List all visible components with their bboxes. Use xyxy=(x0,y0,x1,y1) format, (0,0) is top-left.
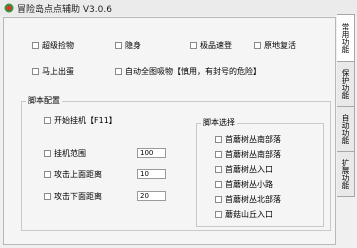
script-item[interactable]: 蘑菇山丘入口 xyxy=(215,208,273,220)
checkbox[interactable] xyxy=(215,195,222,203)
checkbox[interactable] xyxy=(32,67,39,75)
script-item[interactable]: 首蘑树丛南部落 xyxy=(215,133,281,145)
title-bar: 冒险岛点点辅助 V3.0.6 xyxy=(0,0,357,16)
group-title: 脚本配置 xyxy=(26,96,62,106)
script-select-group: 脚本选择 首蘑树丛南部落 首蘑树丛南部落 首蘑树丛入口 首蘑树丛小路 首蘑树丛北… xyxy=(196,118,324,227)
script-item-label: 首蘑树丛入口 xyxy=(225,164,273,174)
tab-protection-functions[interactable]: 保护功能 xyxy=(337,61,355,107)
script-item[interactable]: 首蘑树丛南部落 xyxy=(215,148,281,160)
range-input[interactable]: 100 xyxy=(137,148,166,158)
option-label: 开始挂机【F11】 xyxy=(54,115,117,125)
checkbox[interactable] xyxy=(254,41,261,49)
script-item-label: 首蘑树丛北部落 xyxy=(225,194,281,204)
script-item-label: 首蘑树丛南部落 xyxy=(225,149,281,159)
app-icon xyxy=(4,3,14,13)
main-panel: 超级捡物 隐身 极品速登 原地复活 马上出蛋 自动全图吸物【慎用，有封号的危险】… xyxy=(3,17,336,245)
checkbox[interactable] xyxy=(215,165,222,173)
option-revive-in-place[interactable]: 原地复活 xyxy=(254,39,296,51)
option-label: 超级捡物 xyxy=(42,40,74,50)
checkbox[interactable] xyxy=(190,41,197,49)
checkbox[interactable] xyxy=(32,41,39,49)
tab-label: 常用功能 xyxy=(341,23,350,53)
script-item[interactable]: 首蘑树丛入口 xyxy=(215,163,273,175)
option-label: 自动全图吸物【慎用，有封号的危险】 xyxy=(125,66,261,76)
option-super-loot[interactable]: 超级捡物 xyxy=(32,39,74,51)
field-range[interactable]: 挂机范围 xyxy=(44,147,86,159)
checkbox[interactable] xyxy=(215,180,222,188)
option-instant-egg[interactable]: 马上出蛋 xyxy=(32,65,74,77)
script-item-label: 蘑菇山丘入口 xyxy=(225,209,273,219)
option-stealth[interactable]: 隐身 xyxy=(115,39,141,51)
field-label: 挂机范围 xyxy=(54,148,86,158)
option-auto-vacuum[interactable]: 自动全图吸物【慎用，有封号的危险】 xyxy=(115,65,261,77)
window-title: 冒险岛点点辅助 V3.0.6 xyxy=(17,5,112,15)
checkbox[interactable] xyxy=(115,41,122,49)
group-title: 脚本选择 xyxy=(201,118,237,128)
tab-label: 自动功能 xyxy=(341,114,350,144)
script-item[interactable]: 首蘑树丛北部落 xyxy=(215,193,281,205)
script-item[interactable]: 首蘑树丛小路 xyxy=(215,178,273,190)
option-label: 马上出蛋 xyxy=(42,66,74,76)
tab-common-functions[interactable]: 常用功能 xyxy=(337,14,355,62)
field-label: 攻击上面距离 xyxy=(54,169,102,179)
script-item-label: 首蘑树丛小路 xyxy=(225,179,273,189)
checkbox[interactable] xyxy=(44,116,51,124)
checkbox[interactable] xyxy=(115,67,122,75)
option-label: 极品速登 xyxy=(200,40,232,50)
option-fast-login[interactable]: 极品速登 xyxy=(190,39,232,51)
checkbox[interactable] xyxy=(215,150,222,158)
option-label: 隐身 xyxy=(125,40,141,50)
checkbox[interactable] xyxy=(44,170,51,178)
tab-auto-functions[interactable]: 自动功能 xyxy=(337,106,355,152)
tab-label: 扩展功能 xyxy=(341,159,350,189)
checkbox[interactable] xyxy=(215,135,222,143)
attack-down-input[interactable]: 20 xyxy=(137,191,166,201)
script-item-label: 首蘑树丛南部落 xyxy=(225,134,281,144)
field-attack-up[interactable]: 攻击上面距离 xyxy=(44,168,102,180)
checkbox[interactable] xyxy=(44,149,51,157)
option-label: 原地复活 xyxy=(264,40,296,50)
script-config-group: 脚本配置 开始挂机【F11】 挂机范围 100 攻击上面距离 10 攻击下面距离… xyxy=(21,96,331,231)
tab-extended-functions[interactable]: 扩展功能 xyxy=(337,151,355,197)
field-label: 攻击下面距离 xyxy=(54,191,102,201)
checkbox[interactable] xyxy=(44,192,51,200)
checkbox[interactable] xyxy=(215,210,222,218)
field-attack-down[interactable]: 攻击下面距离 xyxy=(44,190,102,202)
tab-label: 保护功能 xyxy=(341,69,350,99)
vertical-tab-strip: 常用功能 保护功能 自动功能 扩展功能 xyxy=(337,14,357,248)
option-start-hotkey[interactable]: 开始挂机【F11】 xyxy=(44,114,117,126)
attack-up-input[interactable]: 10 xyxy=(137,169,166,179)
